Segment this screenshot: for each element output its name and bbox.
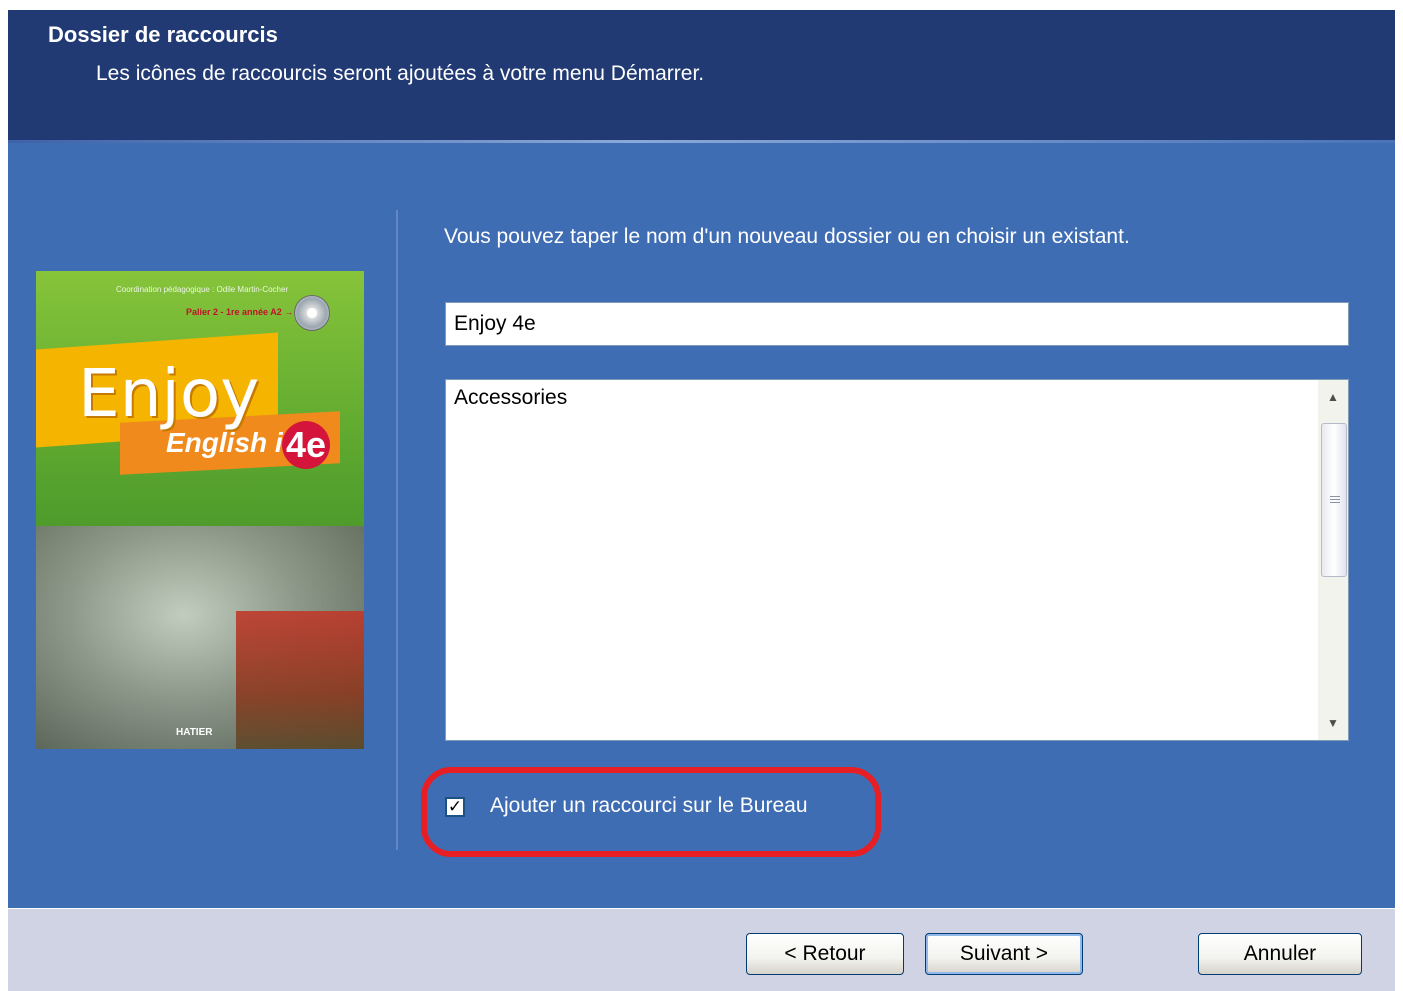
scrollbar[interactable]: ▲ ▼ [1318, 380, 1348, 740]
scroll-up-icon[interactable]: ▲ [1318, 382, 1348, 412]
header-divider [8, 140, 1395, 143]
wizard-header: Dossier de raccourcis Les icônes de racc… [8, 10, 1395, 140]
cd-icon [294, 295, 330, 331]
vertical-divider [396, 210, 398, 850]
scroll-thumb[interactable] [1321, 423, 1347, 577]
instruction-text: Vous pouvez taper le nom d'un nouveau do… [444, 225, 1130, 248]
button-bar: < Retour Suivant > Annuler [8, 908, 1395, 991]
back-button[interactable]: < Retour [746, 933, 904, 975]
page-subtitle: Les icônes de raccourcis seront ajoutées… [96, 62, 705, 85]
cover-level: Palier 2 - 1re année A2 → B1 [186, 307, 308, 317]
scroll-down-icon[interactable]: ▼ [1318, 708, 1348, 738]
cover-city-collage [236, 611, 364, 749]
highlight-annotation [421, 767, 881, 857]
cover-credits: Coordination pédagogique : Odile Martin-… [116, 285, 289, 294]
installer-dialog: Dossier de raccourcis Les icônes de racc… [8, 10, 1395, 991]
cover-publisher: HATIER [176, 727, 213, 738]
cover-grade-badge: 4e [282, 421, 330, 469]
folder-list[interactable]: Accessories ▲ ▼ [445, 379, 1349, 741]
book-cover-image: Coordination pédagogique : Odile Martin-… [36, 271, 364, 749]
list-item[interactable]: Accessories [454, 386, 567, 410]
cover-title: Enjoy [78, 355, 260, 432]
folder-name-input[interactable]: Enjoy 4e [445, 302, 1349, 346]
cover-subtitle: English in [166, 427, 300, 458]
page-title: Dossier de raccourcis [48, 22, 278, 47]
cancel-button[interactable]: Annuler [1198, 933, 1362, 975]
next-button[interactable]: Suivant > [925, 933, 1083, 975]
